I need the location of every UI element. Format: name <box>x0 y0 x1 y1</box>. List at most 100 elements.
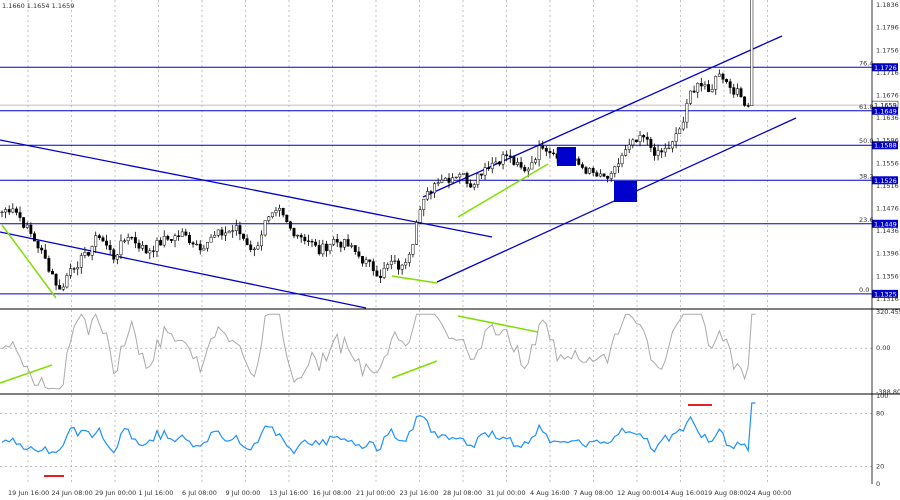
candle-body <box>487 167 491 170</box>
candle-body <box>451 177 455 183</box>
y-tick-label: 1.1756 <box>876 46 899 54</box>
candle-body <box>433 183 437 194</box>
fib-label: 50.0 <box>859 137 873 145</box>
price-header: 1.1660 1.1654 1.1659 <box>2 2 74 10</box>
candle-body <box>148 250 152 254</box>
rsi-tick-label: 80 <box>876 410 884 418</box>
x-tick-label: 28 Jul 08:00 <box>443 489 482 497</box>
candle-body <box>411 244 415 255</box>
candle-body <box>51 271 54 275</box>
candle-body <box>645 136 649 140</box>
candle-body <box>108 245 112 250</box>
x-tick-label: 31 Jul 00:00 <box>487 489 526 497</box>
candle-body <box>213 235 217 238</box>
y-tick-label: 1.1396 <box>876 250 899 258</box>
candle-body <box>703 84 707 87</box>
y-tick-label: 1.1636 <box>876 114 899 122</box>
candle-body <box>343 239 346 248</box>
candle-body <box>314 241 318 246</box>
candle-body <box>389 260 393 265</box>
candle-body <box>681 121 685 130</box>
candle-body <box>631 139 635 146</box>
x-tick-label: 23 Jul 16:00 <box>400 489 439 497</box>
candle-body <box>595 172 599 177</box>
candle-body <box>112 249 116 260</box>
candle-body <box>65 275 69 288</box>
candle-body <box>469 183 473 188</box>
x-tick-label: 7 Aug 08:00 <box>574 489 614 497</box>
x-tick-label: 24 Jun 08:00 <box>52 489 93 497</box>
candle-body <box>101 237 105 242</box>
candle-body <box>7 209 11 213</box>
candle-body <box>613 166 617 174</box>
candle-body <box>454 176 458 179</box>
candle-body <box>508 155 512 158</box>
candle-body <box>299 234 303 238</box>
candle-body <box>87 252 90 256</box>
candle-body <box>339 241 343 248</box>
candle-body <box>242 233 245 239</box>
candle-body <box>407 254 411 263</box>
candle-body <box>69 268 72 276</box>
y-tick-label: 1.1356 <box>876 272 899 280</box>
candle-body <box>166 236 170 240</box>
candle-body <box>479 173 483 176</box>
candle-body <box>306 240 310 242</box>
candle-body <box>353 245 357 252</box>
candle-body <box>368 259 372 262</box>
cci-tick-label: 0.00 <box>876 344 890 352</box>
candle-body <box>422 198 426 210</box>
candle-body <box>281 208 285 216</box>
candle-body <box>184 231 188 236</box>
candle-body <box>418 209 422 223</box>
candle-body <box>249 244 253 250</box>
fib-label: 0.0 <box>859 286 869 294</box>
candle-body <box>115 254 119 260</box>
candle-body <box>544 148 548 152</box>
candle-body <box>537 145 541 160</box>
y-tick-label: 1.1476 <box>876 205 899 213</box>
candle-body <box>54 273 58 286</box>
candle-body <box>541 145 545 149</box>
candle-body <box>162 236 166 246</box>
candle-body <box>397 260 400 270</box>
y-tick-label: 1.1836 <box>876 1 899 9</box>
candle-body <box>83 252 87 256</box>
candle-body <box>94 235 98 247</box>
candle-body <box>598 173 602 177</box>
candle-body <box>61 286 65 290</box>
rsi-tick-label: 20 <box>876 462 884 470</box>
candle-body <box>634 139 638 143</box>
candle-body <box>296 234 300 237</box>
candle-body <box>105 240 108 246</box>
y-tick-label: 1.1516 <box>876 182 899 190</box>
candle-body <box>534 159 537 163</box>
candle-body <box>526 168 530 172</box>
candle-body <box>692 90 696 93</box>
candle-body <box>371 261 375 272</box>
candle-body <box>656 150 660 156</box>
y-tick-label: 1.1676 <box>876 92 899 100</box>
candle-body <box>155 240 159 252</box>
candle-body <box>137 242 141 249</box>
candle-body <box>667 147 671 150</box>
candle-body <box>735 88 739 95</box>
candle-body <box>267 216 271 221</box>
x-tick-label: 16 Jul 08:00 <box>313 489 352 497</box>
candle-body <box>728 81 732 88</box>
candle-body <box>415 222 418 245</box>
candle-body <box>584 167 588 174</box>
candle-body <box>616 163 620 167</box>
candle-body <box>750 0 754 106</box>
candle-body <box>379 275 382 278</box>
x-tick-label: 1 Jul 16:00 <box>139 489 174 497</box>
candle-body <box>58 285 62 290</box>
candle-body <box>285 214 289 223</box>
candle-body <box>660 150 664 153</box>
forex-chart: 76.41.17261.165961.81.164950.01.158838.2… <box>0 0 900 500</box>
candle-body <box>126 237 130 241</box>
candle-body <box>79 255 83 268</box>
y-tick-label: 1.1716 <box>876 69 899 77</box>
candle-body <box>195 243 199 246</box>
candle-body <box>159 240 163 246</box>
